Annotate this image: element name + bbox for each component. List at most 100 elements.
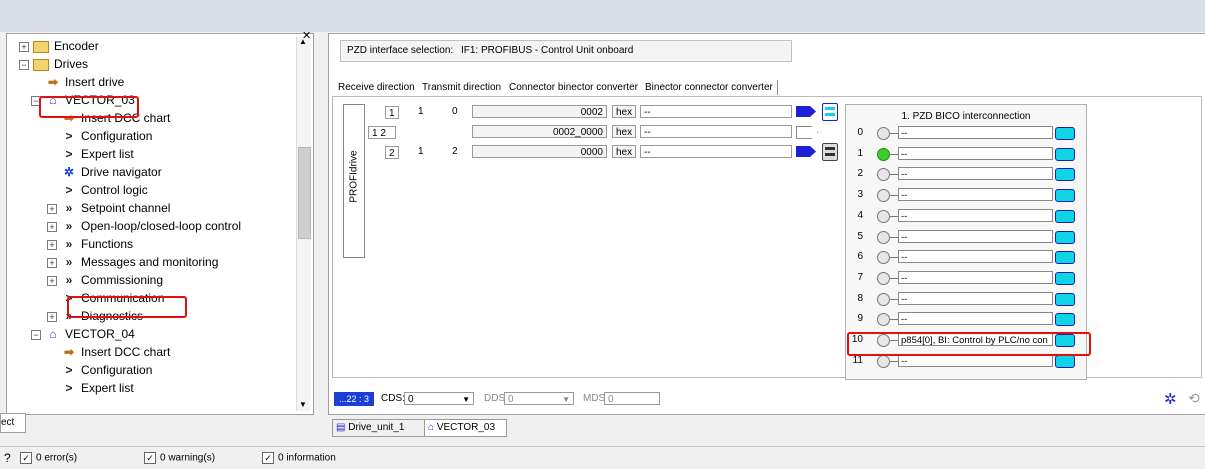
row2-target[interactable]: --: [640, 125, 792, 138]
bico-target-field[interactable]: --: [898, 250, 1053, 264]
connector-icon[interactable]: [1055, 189, 1075, 203]
errors-filter[interactable]: ✓ 0 error(s): [20, 452, 77, 464]
bico-target-field[interactable]: --: [898, 312, 1053, 326]
row2-value: 0002_0000: [472, 125, 607, 138]
checkbox-warnings[interactable]: ✓: [144, 452, 156, 464]
tree-scrollbar[interactable]: ▲ ▼: [296, 37, 311, 411]
expand-icon[interactable]: +: [47, 312, 57, 322]
bico-target-field[interactable]: --: [898, 208, 1053, 222]
connector-icon[interactable]: [1055, 354, 1075, 368]
help-icon[interactable]: ?: [4, 451, 11, 465]
expand-icon[interactable]: +: [47, 276, 57, 286]
gear-icon[interactable]: ✲: [1164, 390, 1177, 408]
tree-item-label: Open-loop/closed-loop control: [81, 219, 242, 233]
navigator-icon: ✲: [63, 165, 75, 179]
tab-receive-direction[interactable]: Receive direction: [334, 80, 420, 95]
info-label: 0 information: [278, 452, 336, 464]
bico-row: 3 --: [855, 187, 1075, 203]
bico-target-field[interactable]: --: [898, 188, 1053, 202]
bico-target-field[interactable]: --: [898, 167, 1053, 181]
dds-select[interactable]: 0 ▼: [504, 392, 574, 405]
row1-unit[interactable]: hex: [612, 105, 636, 118]
row3-target[interactable]: --: [640, 145, 792, 158]
tree-item[interactable]: + » Messages and monitoring: [47, 253, 218, 271]
tree-item[interactable]: > Configuration: [61, 127, 152, 145]
tree-item[interactable]: + » Commissioning: [47, 271, 163, 289]
checkbox-info[interactable]: ✓: [262, 452, 274, 464]
connector-icon[interactable]: [1055, 127, 1075, 140]
expand-icon[interactable]: +: [47, 240, 57, 250]
tree-item[interactable]: > Control logic: [61, 181, 147, 199]
tree-item[interactable]: + » Open-loop/closed-loop control: [47, 217, 242, 235]
pzd-selection-value[interactable]: IF1: PROFIBUS - Control Unit onboard: [461, 45, 633, 56]
row1-target[interactable]: --: [640, 105, 792, 118]
left-panel-tab[interactable]: ect: [0, 413, 26, 433]
bico-target-field[interactable]: --: [898, 126, 1053, 139]
tree-scroll-thumb[interactable]: [298, 147, 311, 239]
binector-split-icon[interactable]: [822, 103, 838, 121]
cds-select[interactable]: 0 ▼: [404, 392, 474, 405]
connector-icon[interactable]: [1055, 230, 1075, 244]
expand-icon[interactable]: +: [47, 204, 57, 214]
row3-unit[interactable]: hex: [612, 145, 636, 158]
status-led-icon: [877, 354, 890, 368]
bico-target-field[interactable]: --: [898, 229, 1053, 243]
collapse-icon[interactable]: −: [31, 330, 41, 340]
info-filter[interactable]: ✓ 0 information: [262, 452, 336, 464]
bico-target-field[interactable]: --: [898, 291, 1053, 305]
connector-icon[interactable]: [1055, 251, 1075, 265]
tree-item[interactable]: ✲ Drive navigator: [61, 163, 162, 181]
bico-target-field[interactable]: --: [898, 270, 1053, 284]
connector-icon[interactable]: [1055, 292, 1075, 306]
expand-icon[interactable]: +: [47, 222, 57, 232]
tab-transmit-direction[interactable]: Transmit direction: [418, 80, 507, 95]
tree-item-label: Configuration: [81, 363, 153, 377]
tree-item[interactable]: ➡ Insert DCC chart: [61, 343, 170, 361]
chevron-down-icon[interactable]: ▼: [462, 393, 470, 406]
tab-binector-connector-converter[interactable]: Binector connector converter: [641, 80, 778, 95]
tree-item[interactable]: > Configuration: [61, 361, 152, 379]
refresh-icon[interactable]: ⟲: [1188, 390, 1200, 407]
tree-item[interactable]: ➡ Insert drive: [45, 73, 124, 91]
bico-target-field[interactable]: --: [898, 146, 1053, 160]
connector-icon[interactable]: [1055, 313, 1075, 327]
tree-item-label: Drive navigator: [81, 165, 162, 179]
warnings-filter[interactable]: ✓ 0 warning(s): [144, 452, 215, 464]
profidrive-label: PROFIdrive: [348, 150, 360, 203]
status-led-icon: [877, 230, 890, 244]
doc-tab-vector03[interactable]: ⌂ VECTOR_03: [424, 419, 507, 437]
connector-line: [890, 153, 898, 155]
tree-item[interactable]: + » Setpoint channel: [47, 199, 170, 217]
doc-tab-drive-unit[interactable]: ▤ Drive_unit_1: [332, 419, 427, 437]
bico-row-number: 1: [857, 147, 863, 159]
collapse-icon[interactable]: −: [19, 60, 29, 70]
tree-item[interactable]: > Expert list: [61, 379, 133, 397]
row3-value: 0000: [472, 145, 607, 158]
chevron-right-icon: >: [65, 129, 73, 143]
binector-block-icon[interactable]: [822, 143, 838, 161]
connector-icon[interactable]: [1055, 168, 1075, 182]
mds-field[interactable]: 0: [604, 392, 660, 405]
tree-item[interactable]: − Drives: [19, 55, 88, 73]
double-chevron-icon: »: [65, 201, 73, 215]
double-chevron-icon: »: [65, 255, 73, 269]
bico-row: 4 --: [855, 208, 1075, 224]
tab-connector-binector-converter[interactable]: Connector binector converter: [505, 80, 643, 95]
tree-item[interactable]: − ⌂ VECTOR_04: [31, 325, 135, 343]
chevron-down-icon[interactable]: ▼: [562, 393, 570, 406]
expand-icon[interactable]: +: [47, 258, 57, 268]
connector-icon[interactable]: [1055, 209, 1075, 223]
connector-icon[interactable]: [1055, 147, 1075, 161]
close-icon[interactable]: ✕: [302, 29, 311, 42]
connector-icon[interactable]: [1055, 271, 1075, 285]
checkbox-errors[interactable]: ✓: [20, 452, 32, 464]
tree-item[interactable]: + Encoder: [19, 37, 99, 55]
expand-icon[interactable]: +: [19, 42, 29, 52]
connector-line: [890, 298, 898, 300]
tree-item-label: Encoder: [54, 39, 99, 53]
tree-item[interactable]: + » Functions: [47, 235, 133, 253]
connector-line: [890, 236, 898, 238]
row1-b: 1: [418, 106, 424, 117]
tree-item[interactable]: > Expert list: [61, 145, 133, 163]
row2-unit[interactable]: hex: [612, 125, 636, 138]
